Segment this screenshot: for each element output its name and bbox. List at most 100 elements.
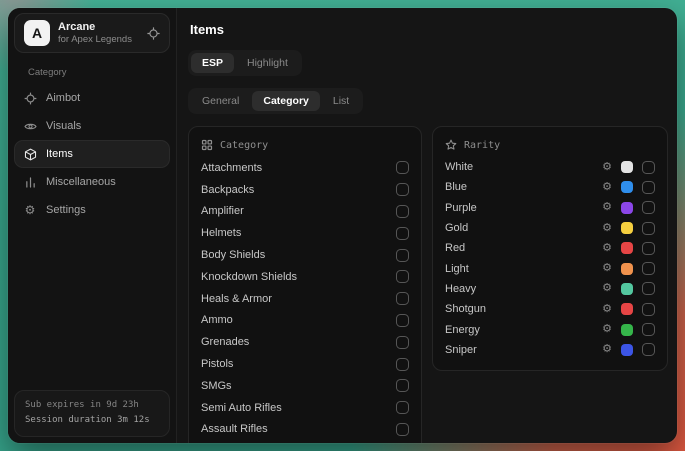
rarity-label: Gold <box>445 222 468 234</box>
gear-icon[interactable]: ⚙ <box>602 263 612 274</box>
rarity-checkbox[interactable] <box>642 242 655 255</box>
category-label: Knockdown Shields <box>201 271 297 283</box>
category-label: Ammo <box>201 314 233 326</box>
category-label: Heals & Armor <box>201 293 272 305</box>
rarity-row: Light ⚙ <box>445 258 655 278</box>
rarity-checkbox[interactable] <box>642 262 655 275</box>
gear-icon[interactable]: ⚙ <box>602 243 612 254</box>
category-checkbox[interactable] <box>396 205 409 218</box>
view-tab[interactable]: Category <box>252 91 320 111</box>
rarity-checkbox[interactable] <box>642 282 655 295</box>
category-label: Helmets <box>201 227 241 239</box>
gear-icon[interactable]: ⚙ <box>602 344 612 355</box>
cube-icon <box>23 148 37 161</box>
category-checkbox[interactable] <box>396 401 409 414</box>
sidebar-item[interactable]: Miscellaneous <box>14 168 170 196</box>
category-label: Semi Auto Rifles <box>201 402 282 414</box>
category-row: Semi Auto Rifles <box>201 397 409 419</box>
category-checkbox[interactable] <box>396 249 409 262</box>
rarity-label: Blue <box>445 181 467 193</box>
category-label: Amplifier <box>201 205 244 217</box>
color-swatch[interactable] <box>621 222 633 234</box>
category-label: Body Shields <box>201 249 265 261</box>
rarity-checkbox[interactable] <box>642 343 655 356</box>
rarity-checkbox[interactable] <box>642 222 655 235</box>
gear-icon[interactable]: ⚙ <box>602 283 612 294</box>
category-checkbox[interactable] <box>396 183 409 196</box>
category-checkbox[interactable] <box>396 314 409 327</box>
color-swatch[interactable] <box>621 303 633 315</box>
gear-icon[interactable]: ⚙ <box>602 304 612 315</box>
category-checkbox[interactable] <box>396 161 409 174</box>
color-swatch[interactable] <box>621 283 633 295</box>
rarity-row: Energy ⚙ <box>445 319 655 339</box>
app-window: A Arcane for Apex Legends Category Aimbo… <box>8 8 677 443</box>
gear-icon[interactable]: ⚙ <box>602 162 612 173</box>
view-tab[interactable]: List <box>322 91 360 111</box>
category-row: Heals & Armor <box>201 288 409 310</box>
sidebar-section-label: Category <box>28 67 176 78</box>
sidebar-item-label: Miscellaneous <box>46 176 116 188</box>
rarity-label: Red <box>445 242 465 254</box>
category-row: Helmets <box>201 222 409 244</box>
color-swatch[interactable] <box>621 344 633 356</box>
category-checkbox[interactable] <box>396 358 409 371</box>
rarity-row: Red ⚙ <box>445 238 655 258</box>
rarity-label: Energy <box>445 324 480 336</box>
rarity-panel: Rarity White ⚙ <box>432 126 668 371</box>
sidebar-item-label: Visuals <box>46 120 81 132</box>
rarity-label: Heavy <box>445 283 476 295</box>
target-icon[interactable] <box>147 27 160 40</box>
gear-icon[interactable]: ⚙ <box>602 182 612 193</box>
category-checkbox[interactable] <box>396 270 409 283</box>
rarity-list: White ⚙ Blue ⚙ <box>445 157 655 360</box>
sidebar-item[interactable]: Aimbot <box>14 84 170 112</box>
category-label: Assault Rifles <box>201 423 268 435</box>
color-swatch[interactable] <box>621 263 633 275</box>
grid-icon <box>201 139 213 151</box>
gear-icon[interactable]: ⚙ <box>602 223 612 234</box>
rarity-checkbox[interactable] <box>642 181 655 194</box>
rarity-checkbox[interactable] <box>642 323 655 336</box>
main-content: Items ESP Highlight General Category Lis… <box>177 8 677 443</box>
color-swatch[interactable] <box>621 242 633 254</box>
rarity-row: Shotgun ⚙ <box>445 299 655 319</box>
category-row: Amplifier <box>201 201 409 223</box>
category-row: SMGs <box>201 375 409 397</box>
rarity-row: Purple ⚙ <box>445 198 655 218</box>
sidebar-item[interactable]: Items <box>14 140 170 168</box>
sidebar-item[interactable]: ⚙ Settings <box>14 196 170 224</box>
category-label: SMGs <box>201 380 232 392</box>
view-tab[interactable]: General <box>191 91 250 111</box>
rarity-checkbox[interactable] <box>642 201 655 214</box>
category-checkbox[interactable] <box>396 292 409 305</box>
category-checkbox[interactable] <box>396 379 409 392</box>
columns-icon <box>23 176 37 189</box>
mode-tab[interactable]: Highlight <box>236 53 299 73</box>
color-swatch[interactable] <box>621 202 633 214</box>
sidebar-item-label: Aimbot <box>46 92 80 104</box>
sidebar-item-label: Items <box>46 148 73 160</box>
rarity-panel-title: Rarity <box>464 140 500 151</box>
color-swatch[interactable] <box>621 324 633 336</box>
gear-icon[interactable]: ⚙ <box>602 324 612 335</box>
category-checkbox[interactable] <box>396 336 409 349</box>
rarity-row: Heavy ⚙ <box>445 279 655 299</box>
rarity-label: Light <box>445 263 469 275</box>
rarity-row: Sniper ⚙ <box>445 340 655 360</box>
category-panel: Category Attachments Backpacks <box>188 126 422 443</box>
category-row: Pistols <box>201 353 409 375</box>
category-checkbox[interactable] <box>396 423 409 436</box>
color-swatch[interactable] <box>621 181 633 193</box>
view-tabs: General Category List <box>188 88 363 114</box>
sidebar-item[interactable]: Visuals <box>14 112 170 140</box>
rarity-checkbox[interactable] <box>642 161 655 174</box>
mode-tab[interactable]: ESP <box>191 53 234 73</box>
gear-icon[interactable]: ⚙ <box>602 202 612 213</box>
page-title: Items <box>190 22 668 37</box>
category-checkbox[interactable] <box>396 227 409 240</box>
mode-tabs: ESP Highlight <box>188 50 302 76</box>
subscription-info-card: Sub expires in 9d 23h Session duration 3… <box>14 390 170 438</box>
rarity-checkbox[interactable] <box>642 303 655 316</box>
color-swatch[interactable] <box>621 161 633 173</box>
